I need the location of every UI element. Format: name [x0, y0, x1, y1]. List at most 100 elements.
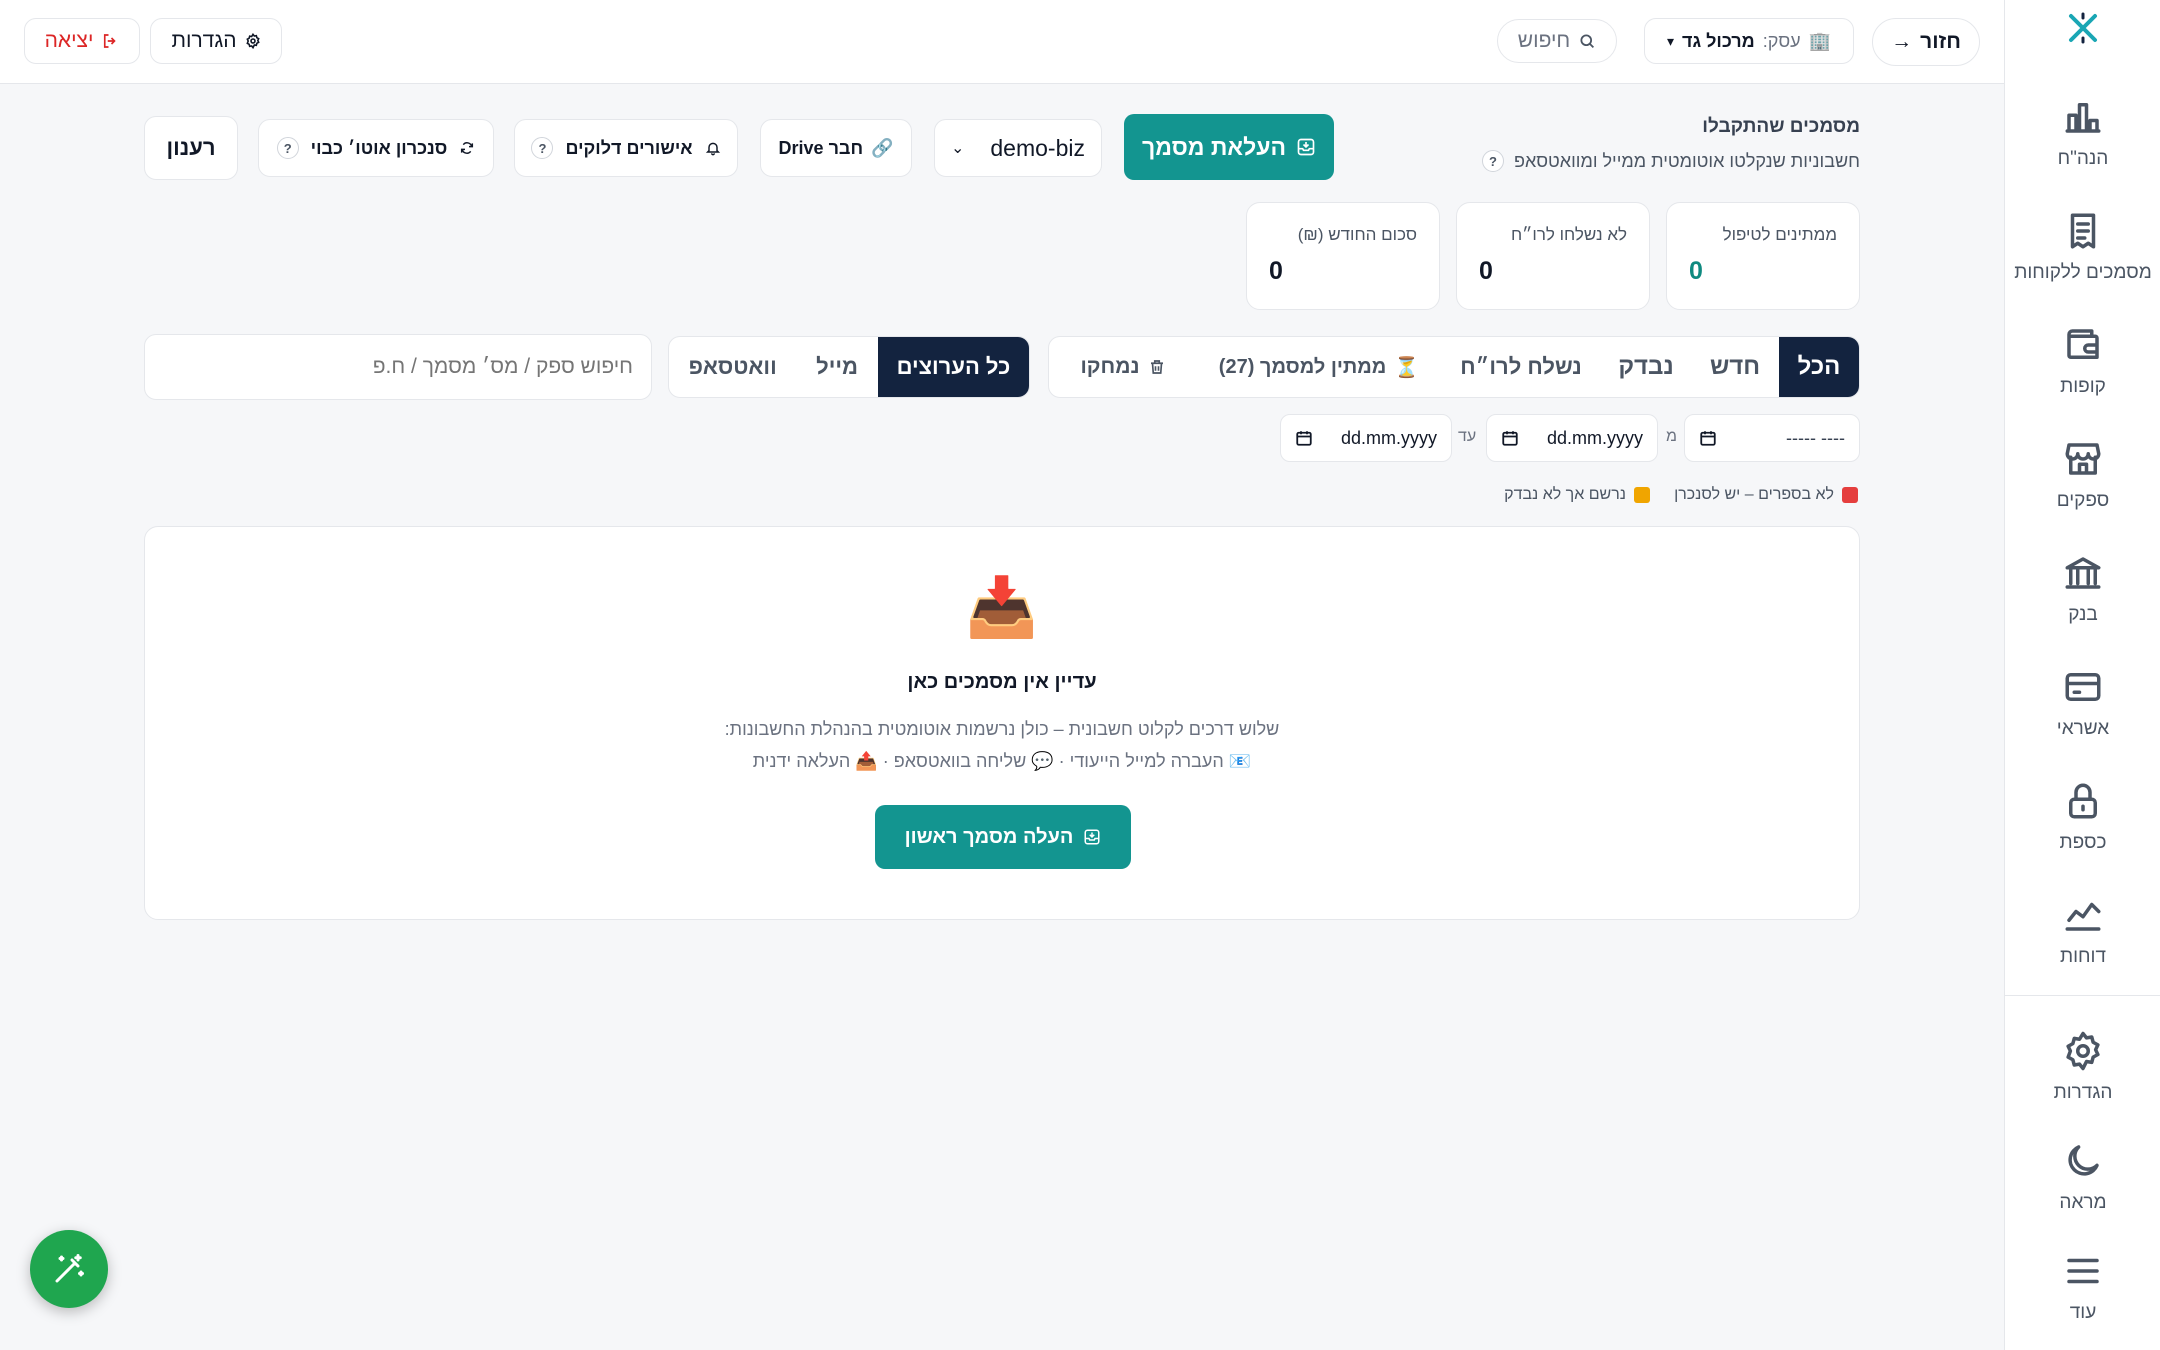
bank-icon	[2065, 557, 2101, 589]
empty-state-description: שלוש דרכים לקלוט חשבונית – כולן נרשמות א…	[724, 719, 1280, 739]
line-chart-icon	[2065, 902, 2101, 931]
sidebar-item-appearance[interactable]: מראה	[2005, 1140, 2160, 1240]
moon-icon	[2068, 1145, 2099, 1176]
date-to-value: dd.mm.yyyy	[1340, 427, 1437, 448]
gear-icon	[2066, 1031, 2100, 1071]
tab-label: ממתין למסמך (27)	[1218, 355, 1387, 378]
building-icon: 🏢	[1808, 30, 1832, 51]
business-select[interactable]: demo-biz ⌄	[934, 119, 1102, 177]
bell-icon	[705, 142, 720, 156]
help-icon[interactable]: ?	[531, 137, 554, 159]
sidebar-item-cash-registers[interactable]: קופות	[2005, 324, 2160, 424]
sidebar-item-settings[interactable]: הגדרות	[2005, 1030, 2160, 1130]
legend-swatch-orange	[1634, 487, 1650, 503]
receipt-icon	[2070, 213, 2096, 249]
back-button[interactable]: חזור →	[1872, 18, 1980, 66]
tab-whatsapp[interactable]: וואטסאפ	[669, 337, 796, 397]
drive-label: חבר Drive	[778, 137, 864, 158]
tab-label: הכל	[1797, 353, 1841, 380]
lock-icon	[2069, 783, 2097, 819]
sidebar-item-credit[interactable]: אשראי	[2005, 666, 2160, 766]
sidebar-item-label: אשראי	[2056, 718, 2110, 739]
logout-button[interactable]: יציאה	[24, 18, 140, 64]
tab-label: נשלח לרו״ח	[1460, 354, 1582, 379]
sidebar-item-bookkeeping[interactable]: הנה"ח	[2005, 96, 2160, 196]
calendar-icon	[1502, 431, 1518, 446]
empty-state-channels: 📧 העברה למייל הייעודי · 💬 שליחה בוואטסאפ…	[752, 751, 1252, 771]
logout-icon	[104, 34, 117, 48]
hourglass-icon: ⏳	[1394, 356, 1420, 379]
business-prefix: עסק:	[1762, 30, 1801, 51]
legend-label: נרשם אך לא נבדק	[1504, 486, 1626, 503]
tab-awaiting-document[interactable]: ⏳ ממתין למסמך (27)	[1197, 337, 1441, 397]
page-subtitle-row: חשבוניות שנקלטו אוטומטית ממייל ומוואטסאפ…	[1481, 150, 1860, 172]
sidebar-item-label: מראה	[2059, 1192, 2107, 1213]
stat-month-total: סכום החודש (₪) 0	[1246, 202, 1440, 310]
upload-document-button[interactable]: העלאת מסמך	[1124, 114, 1334, 180]
sidebar-item-label: ספקים	[2056, 490, 2110, 511]
stat-value: 0	[1269, 257, 1283, 285]
sidebar-item-reports[interactable]: דוחות	[2005, 894, 2160, 994]
cta-label: העלה מסמך ראשון	[904, 825, 1074, 848]
help-icon[interactable]: ?	[276, 137, 299, 159]
stat-not-sent: לא נשלחו לרו״ח 0	[1456, 202, 1650, 310]
stat-value: 0	[1479, 257, 1493, 285]
status-tabs: הכל חדש נבדק נשלח לרו״ח ⏳ ממתין למסמך (2…	[1048, 336, 1860, 398]
help-icon[interactable]: ?	[1481, 150, 1504, 172]
date-from-input[interactable]: dd.mm.yyyy	[1486, 414, 1658, 462]
sidebar-item-label: בנק	[2068, 604, 2098, 625]
empty-state-panel: 📥 עדיין אין מסמכים כאן שלוש דרכים לקלוט …	[144, 526, 1860, 920]
legend-not-in-books: לא בספרים – יש לסנכרן	[1674, 486, 1858, 504]
empty-state-title: עדיין אין מסמכים כאן	[907, 671, 1097, 693]
tab-all[interactable]: הכל	[1779, 337, 1859, 397]
app-logo[interactable]	[2063, 8, 2103, 48]
legend-registered-unchecked: נרשם אך לא נבדק	[1504, 486, 1650, 504]
tab-checked[interactable]: נבדק	[1601, 337, 1691, 397]
upload-first-document-button[interactable]: העלה מסמך ראשון	[875, 805, 1131, 869]
stat-label: ממתינים לטיפול	[1722, 225, 1837, 244]
document-search-input[interactable]	[144, 334, 652, 400]
sidebar-item-label: כספת	[2059, 832, 2107, 853]
channel-tabs: כל הערוצים מייל וואטסאפ	[668, 336, 1030, 398]
calendar-icon	[1700, 431, 1716, 446]
inbox-tray-icon: 📥	[965, 575, 1039, 640]
calendar-icon	[1296, 431, 1312, 446]
settings-button[interactable]: הגדרות	[150, 18, 282, 64]
sidebar-item-label: עוד	[2069, 1302, 2097, 1323]
magic-wand-button[interactable]	[30, 1230, 108, 1308]
urgent-approvals-button[interactable]: אישורים דלוקים ?	[514, 119, 738, 177]
connect-drive-button[interactable]: 🔗 חבר Drive	[760, 119, 912, 177]
inbox-icon	[1297, 138, 1315, 156]
gear-icon	[245, 33, 260, 49]
business-selector[interactable]: 🏢 עסק: מרכול גד ▾	[1644, 18, 1854, 64]
sidebar-item-label: מסמכים ללקוחות	[2014, 262, 2152, 283]
stat-label: לא נשלחו לרו״ח	[1510, 225, 1627, 244]
sidebar-divider	[2005, 995, 2160, 996]
sidebar-item-suppliers[interactable]: ספקים	[2005, 438, 2160, 538]
tab-deleted[interactable]: נמחקו	[1049, 337, 1197, 397]
date-to-input[interactable]: dd.mm.yyyy	[1280, 414, 1452, 462]
search-label: חיפוש	[1517, 29, 1571, 52]
back-label: חזור	[1920, 30, 1961, 53]
sidebar-item-bank[interactable]: בנק	[2005, 552, 2160, 652]
wallet-icon	[2067, 329, 2099, 359]
month-filter[interactable]: ----- ----	[1684, 414, 1860, 462]
tab-label: נבדק	[1618, 353, 1674, 380]
legend-swatch-red	[1842, 487, 1858, 503]
refresh-button[interactable]: רענון	[144, 116, 238, 180]
search-button[interactable]: חיפוש	[1497, 19, 1617, 63]
sidebar-item-more[interactable]: עוד	[2005, 1250, 2160, 1350]
stat-value: 0	[1689, 257, 1703, 285]
tab-sent-to-accountant[interactable]: נשלח לרו״ח	[1441, 337, 1601, 397]
sidebar-item-customer-documents[interactable]: מסמכים ללקוחות	[2005, 210, 2160, 310]
tab-email[interactable]: מייל	[796, 337, 878, 397]
trash-icon	[1150, 360, 1163, 374]
legend-label: לא בספרים – יש לסנכרן	[1674, 486, 1834, 503]
tab-new[interactable]: חדש	[1691, 337, 1779, 397]
tab-all-channels[interactable]: כל הערוצים	[877, 337, 1029, 397]
auto-sync-toggle[interactable]: סנכרון אוטו׳ כבוי ?	[258, 119, 494, 177]
logout-label: יציאה	[44, 29, 94, 52]
from-label: מ	[1666, 428, 1677, 445]
search-icon	[1580, 34, 1595, 49]
sidebar-item-vault[interactable]: כספת	[2005, 780, 2160, 880]
